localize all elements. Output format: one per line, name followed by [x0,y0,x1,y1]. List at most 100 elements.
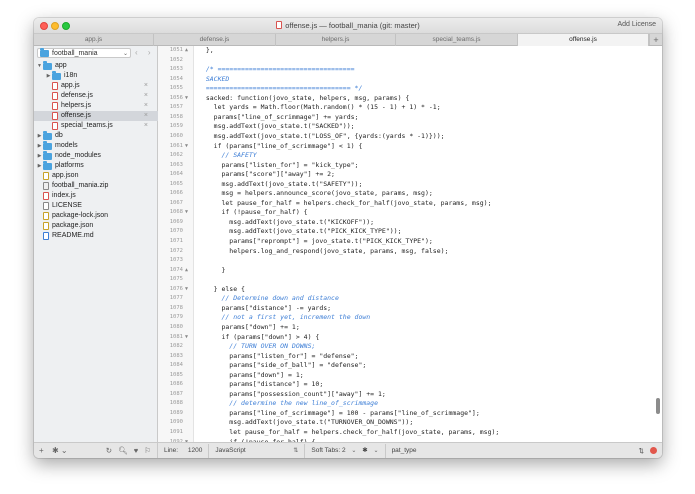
tree-item[interactable]: special_teams.js × [34,121,158,131]
code-line[interactable]: 1080 params["down"] += 1; [158,323,662,333]
code-line[interactable]: 1079 // not a first yet, increment the d… [158,313,662,323]
code-line[interactable]: 1070 msg.addText(jovo_state.t("PICK_KICK… [158,227,662,237]
code-line[interactable]: 1056 ▼ sacked: function(jovo_state, helpe… [158,94,662,104]
code-line[interactable]: 1058 params["line_of_scrimmage"] += yard… [158,113,662,123]
code-line[interactable]: 1057 let yards = Math.floor(Math.random(… [158,103,662,113]
code-line[interactable]: 1087 params["possession_count"]["away"] … [158,390,662,400]
code-line[interactable]: 1088 // determine the new line_of_scrimm… [158,399,662,409]
soft-tabs-selector[interactable]: Soft Tabs: 2 ⌄ ✱ ⌄ [305,443,386,458]
error-indicator-icon[interactable] [650,447,657,454]
tree-item[interactable]: package-lock.json [34,211,158,221]
tree-item[interactable]: ▶ platforms [34,161,158,171]
code-line[interactable]: 1089 params["line_of_scrimmage"] = 100 -… [158,409,662,419]
tree-item[interactable]: defense.js × [34,91,158,101]
code-line[interactable]: 1059 msg.addText(jovo_state.t("SACKED"))… [158,122,662,132]
tree-item[interactable]: ▼ app [34,61,158,71]
code-line[interactable]: 1060 msg.addText(jovo_state.t("LOSS_OF",… [158,132,662,142]
disclosure-closed-icon[interactable]: ▶ [36,161,43,171]
line-number: 1062 [169,152,183,159]
close-file-icon[interactable]: × [144,111,148,121]
code-line[interactable]: 1067 let pause_for_half = helpers.check_… [158,199,662,209]
fold-toggle-icon[interactable]: ▼ [185,208,193,218]
chevron-updown-icon[interactable]: ⇅ [639,447,644,455]
code-line[interactable]: 1068 ▼ if (!pause_for_half) { [158,208,662,218]
code-line[interactable]: 1073 [158,256,662,266]
code-line[interactable]: 1055 ===================================… [158,84,662,94]
code-line[interactable]: 1072 helpers.log_and_respond(jovo_state,… [158,247,662,257]
code-line[interactable]: 1083 params["listen_for"] = "defense"; [158,352,662,362]
code-line[interactable]: 1066 msg = helpers.announce_score(jovo_s… [158,189,662,199]
tree-item[interactable]: football_mania.zip [34,181,158,191]
close-file-icon[interactable]: × [144,91,148,101]
add-license-link[interactable]: Add License [617,21,656,28]
close-file-icon[interactable]: × [144,81,148,91]
fold-toggle-icon[interactable]: ▲ [185,266,193,276]
code-line[interactable]: 1064 params["score"]["away"] += 2; [158,170,662,180]
code-line[interactable]: 1054 SACKED [158,75,662,85]
close-file-icon[interactable]: × [144,121,148,131]
code-line[interactable]: 1071 params["reprompt"] = jovo_state.t("… [158,237,662,247]
tab-app-js[interactable]: app.js [34,34,154,46]
close-file-icon[interactable]: × [144,101,148,111]
code-line[interactable]: 1062 // SAFETY [158,151,662,161]
add-file-button[interactable]: + [39,443,44,458]
code-line[interactable]: 1051 ▲ }, [158,46,662,56]
tree-item[interactable]: helpers.js × [34,101,158,111]
vertical-scrollbar[interactable] [656,398,660,414]
tree-item[interactable]: index.js [34,191,158,201]
tree-item[interactable]: README.md [34,231,158,241]
tree-item[interactable]: offense.js × [34,111,158,121]
tree-item[interactable]: app.json [34,171,158,181]
disclosure-closed-icon[interactable]: ▶ [36,131,43,141]
code-line[interactable]: 1081 ▼ if (params["down"] > 4) { [158,333,662,343]
sidebar-tools-icons[interactable]: ↻ 🔍︎ ♥ ⚐ [106,443,153,458]
tree-item[interactable]: LICENSE [34,201,158,211]
code-line[interactable]: 1065 msg.addText(jovo_state.t("SAFETY"))… [158,180,662,190]
code-line[interactable]: 1053 /* ================================… [158,65,662,75]
symbol-selector[interactable]: pat_type [386,444,423,458]
line-indicator[interactable]: Line: 1200 [158,443,210,458]
tab-helpers-js[interactable]: helpers.js [276,34,396,46]
nav-back-forward-icon[interactable]: ‹ › [135,48,155,57]
code-editor[interactable]: 1051 ▲ }, 1052 1053 /* ====================… [158,46,662,442]
gear-icon[interactable]: ✱ [362,447,367,454]
code-line[interactable]: 1082 // TURN OVER ON DOWNS; [158,342,662,352]
tab-offense-js[interactable]: offense.js [518,34,649,46]
code-line[interactable]: 1084 params["side_of_ball"] = "defense"; [158,361,662,371]
code-line[interactable]: 1077 // Determine down and distance [158,294,662,304]
tree-item[interactable]: ▶ i18n [34,71,158,81]
fold-toggle-icon[interactable]: ▼ [185,285,193,295]
fold-toggle-icon[interactable]: ▲ [185,46,193,56]
tree-item[interactable]: ▶ db [34,131,158,141]
tab-special-teams-js[interactable]: special_teams.js [396,34,518,46]
disclosure-closed-icon[interactable]: ▶ [45,71,52,81]
code-line[interactable]: 1085 params["down"] = 1; [158,371,662,381]
code-line[interactable]: 1069 msg.addText(jovo_state.t("KICKOFF")… [158,218,662,228]
code-line[interactable]: 1086 params["distance"] = 10; [158,380,662,390]
code-line[interactable]: 1076 ▼ } else { [158,285,662,295]
code-line[interactable]: 1091 let pause_for_half = helpers.check_… [158,428,662,438]
fold-toggle-icon[interactable]: ▼ [185,94,193,104]
language-selector[interactable]: JavaScript ⇅ [209,443,306,458]
code-line[interactable]: 1052 [158,56,662,66]
new-tab-button[interactable]: + [649,34,662,45]
fold-toggle-icon[interactable]: ▼ [185,333,193,343]
tree-item[interactable]: ▶ node_modules [34,151,158,161]
disclosure-open-icon[interactable]: ▼ [36,61,43,71]
code-line[interactable]: 1078 params["distance"] -= yards; [158,304,662,314]
sidebar-footer: + ✱ ⌄ ↻ 🔍︎ ♥ ⚐ [34,442,158,458]
disclosure-closed-icon[interactable]: ▶ [36,151,43,161]
code-line[interactable]: 1063 params["listen_for"] = "kick_type"; [158,161,662,171]
code-line[interactable]: 1090 msg.addText(jovo_state.t("TURNOVER_… [158,418,662,428]
tree-item[interactable]: ▶ models [34,141,158,151]
code-line[interactable]: 1075 [158,275,662,285]
tree-item[interactable]: package.json [34,221,158,231]
project-selector[interactable]: football_mania ⌄ [37,48,131,58]
tab-defense-js[interactable]: defense.js [154,34,276,46]
fold-toggle-icon[interactable]: ▼ [185,142,193,152]
code-line[interactable]: 1061 ▼ if (params["line_of_scrimmage"] < … [158,142,662,152]
code-line[interactable]: 1074 ▲ } [158,266,662,276]
tree-item[interactable]: app.js × [34,81,158,91]
disclosure-closed-icon[interactable]: ▶ [36,141,43,151]
gear-icon[interactable]: ✱ ⌄ [52,443,68,458]
